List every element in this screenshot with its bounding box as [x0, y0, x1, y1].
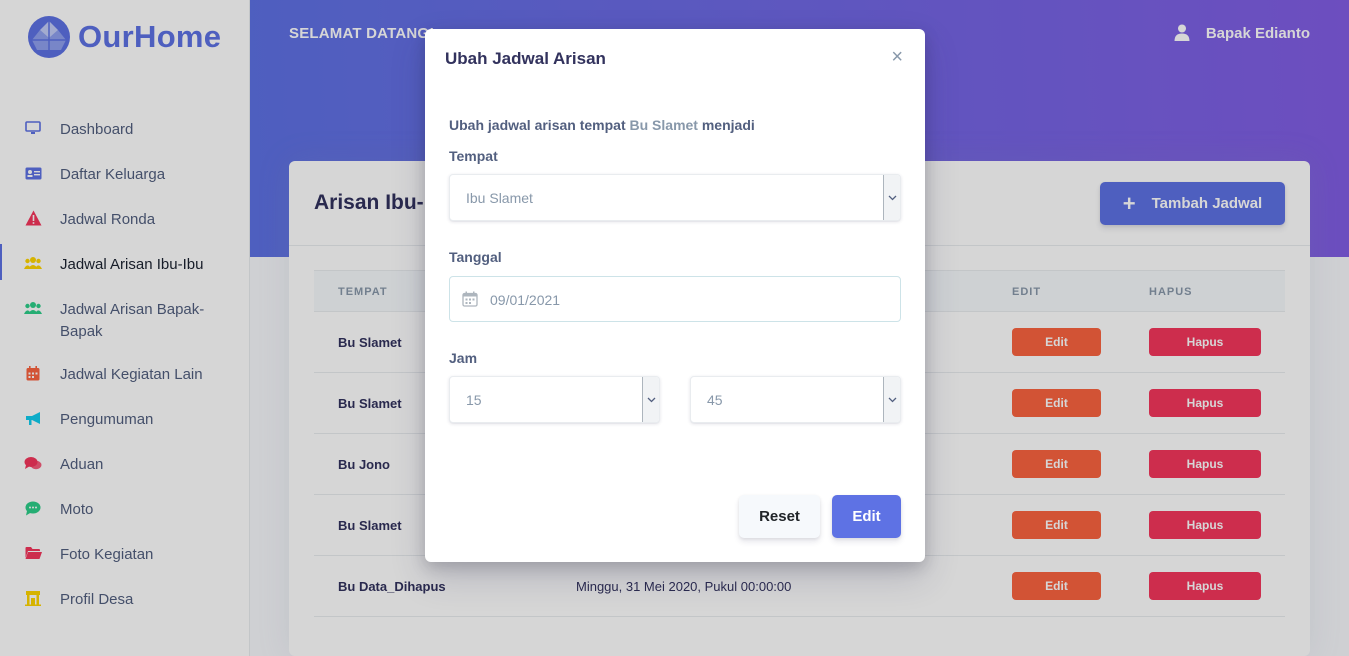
chevron-down-icon	[883, 377, 900, 422]
jam-hour-value: 15	[466, 392, 482, 408]
reset-button[interactable]: Reset	[739, 495, 820, 538]
close-icon[interactable]: ×	[891, 47, 903, 67]
jam-label: Jam	[449, 350, 478, 366]
tanggal-value: 09/01/2021	[490, 292, 561, 308]
edit-schedule-modal: Ubah Jadwal Arisan × Ubah jadwal arisan …	[425, 29, 925, 562]
intro-prefix: Ubah jadwal arisan tempat	[449, 117, 626, 133]
jam-hour-select[interactable]: 15	[449, 376, 660, 423]
jam-minute-value: 45	[707, 392, 723, 408]
tempat-select-value: Ibu Slamet	[466, 190, 533, 206]
tempat-select[interactable]: Ibu Slamet	[449, 174, 901, 221]
tanggal-input[interactable]: 09/01/2021	[449, 276, 901, 322]
tempat-label: Tempat	[449, 148, 498, 164]
intro-name: Bu Slamet	[629, 117, 698, 133]
tanggal-label: Tanggal	[449, 249, 502, 265]
intro-suffix: menjadi	[701, 117, 755, 133]
chevron-down-icon	[883, 175, 900, 220]
jam-minute-select[interactable]: 45	[690, 376, 901, 423]
modal-title: Ubah Jadwal Arisan	[445, 49, 606, 68]
chevron-down-icon	[642, 377, 659, 422]
calendar-icon	[462, 291, 478, 307]
modal-intro-text: Ubah jadwal arisan tempat Bu Slamet menj…	[449, 117, 755, 133]
submit-edit-button[interactable]: Edit	[832, 495, 901, 538]
